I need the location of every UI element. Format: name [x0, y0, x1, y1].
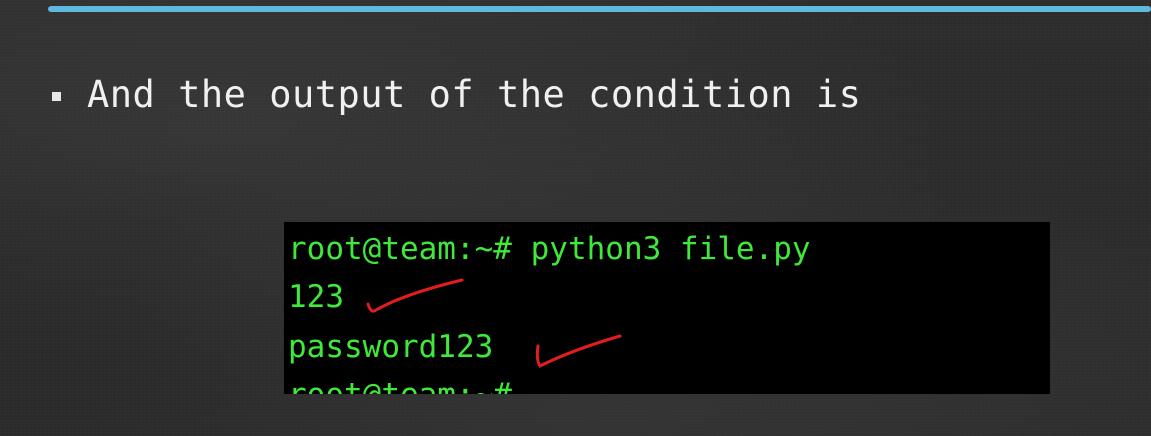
title-accent-rule: [48, 6, 1151, 12]
terminal-output-screenshot: root@team:~# python3 file.py 123 passwor…: [284, 222, 1050, 394]
terminal-line-prompt: root@team:~#: [288, 380, 512, 395]
bullet-text: And the output of the condition is: [87, 72, 862, 116]
terminal-line-command: root@team:~# python3 file.py: [288, 231, 811, 267]
terminal-line-output-2: password123: [288, 329, 494, 365]
square-bullet-icon: [52, 91, 61, 101]
presentation-slide: And the output of the condition is root@…: [0, 0, 1151, 436]
bullet-item: And the output of the condition is: [52, 66, 861, 122]
terminal-line-output-1: 123: [288, 279, 344, 315]
